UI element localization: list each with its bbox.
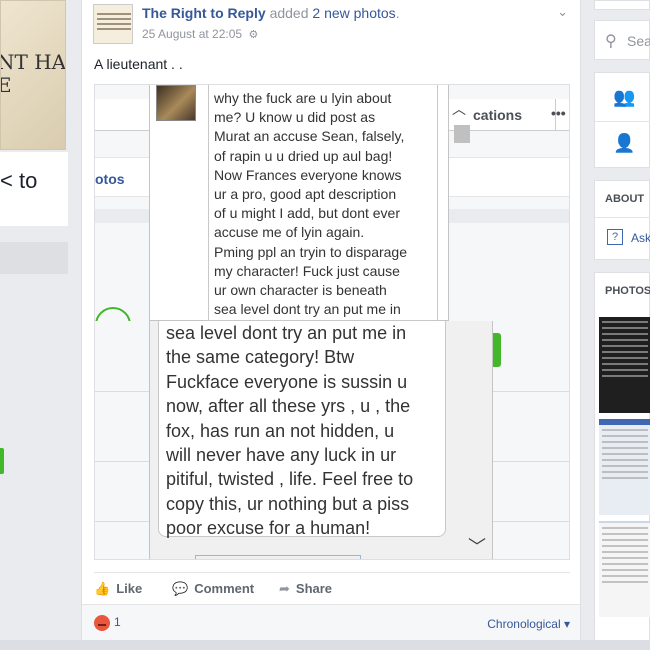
thumbs-up-icon: 👍 [94, 581, 111, 596]
photos-heading[interactable]: PHOTOS [605, 285, 650, 297]
left-green-indicator [0, 448, 4, 474]
left-partial-text: < to [0, 168, 38, 193]
profile-cover-photo[interactable]: NT HAS E [0, 0, 66, 150]
add-friend-icon[interactable]: 👤 [613, 133, 635, 154]
comment-order-dropdown[interactable]: Chronological ▾ [487, 617, 570, 631]
page-search-box[interactable]: ⚲ Sea [594, 20, 650, 60]
about-box: ABOUT ? Ask [594, 180, 650, 260]
angry-reaction-icon [94, 615, 110, 631]
page-name-link[interactable]: The Right to Reply [142, 5, 266, 21]
about-heading[interactable]: ABOUT [605, 193, 644, 205]
photo-2[interactable]: sea level dont try an put me in the same… [95, 321, 569, 559]
new-photos-link[interactable]: 2 new photos [312, 5, 395, 21]
scroll-down-chevron-icon: ﹀ [468, 537, 486, 557]
comment-button[interactable]: 💬 Comment [172, 581, 254, 597]
screenshot-chat-window: why the fuck are u lyin about me? U know… [149, 85, 470, 321]
screenshot-photos-label: otos [95, 171, 125, 187]
screenshot-more-icon: ••• [551, 105, 566, 121]
photo-1[interactable]: cations ••• otos why the fuck are u lyin… [95, 85, 569, 321]
post-action-bar: 👍 Like 💬 Comment ➦ Share [94, 572, 570, 602]
post-header: The Right to Reply added 2 new photos. [142, 5, 400, 21]
chat-message-text-1: why the fuck are u lyin about me? U know… [214, 90, 407, 318]
share-label: Share [295, 581, 333, 596]
avatar-graphic [97, 13, 131, 33]
cover-caption-line-2: E [1, 74, 65, 97]
screenshot-chat-window-zoomed: sea level dont try an put me in the same… [149, 321, 493, 559]
people-icon[interactable]: 👥 [613, 87, 635, 108]
photo-thumbnail[interactable] [599, 521, 650, 617]
reaction-count[interactable]: 1 [114, 615, 121, 629]
post-options-chevron-icon[interactable]: ⌄ [557, 4, 568, 20]
chat-scroll-thumb [454, 125, 470, 143]
comment-icon: 💬 [172, 581, 189, 596]
share-button[interactable]: ➦ Share [279, 581, 332, 597]
people-divider [595, 121, 650, 122]
share-arrow-icon: ➦ [279, 581, 290, 596]
cover-photo-caption: NT HAS E [0, 50, 66, 97]
page-bottom-bar [0, 640, 650, 650]
people-box: 👥 👤 [594, 72, 650, 168]
screenshot-message-input [195, 555, 361, 559]
audience-icon[interactable]: ⚙ [248, 28, 258, 41]
post-timestamp[interactable]: 25 August at 22:05 ⚙ [142, 27, 258, 41]
post-card: The Right to Reply added 2 new photos. 2… [81, 0, 581, 640]
photos-box: PHOTOS [594, 272, 650, 650]
post-action-text: added [269, 5, 309, 21]
cover-caption-line-1: NT HAS [0, 50, 66, 74]
screenshot-green-button [493, 333, 501, 367]
screenshot-green-circle-icon [95, 307, 131, 321]
screenshot-notifications-tab: cations [473, 107, 523, 123]
search-input[interactable]: Sea [627, 33, 650, 49]
photo-thumbnail[interactable] [599, 419, 650, 515]
chat-sender-avatar [156, 85, 196, 121]
sidebar-top-box [594, 0, 650, 10]
scroll-up-chevron-icon: ︿ [452, 101, 466, 117]
question-icon: ? [607, 229, 623, 245]
photo-thumbnail[interactable] [599, 317, 650, 413]
left-column: NT HAS E < to [0, 0, 80, 650]
about-divider [595, 217, 650, 218]
comment-label: Comment [194, 581, 255, 596]
right-sidebar: ⚲ Sea 👥 👤 ABOUT ? Ask PHOTOS [594, 0, 650, 650]
like-button[interactable]: 👍 Like [94, 581, 142, 597]
ask-link[interactable]: Ask [631, 231, 650, 245]
page-avatar[interactable] [93, 4, 133, 44]
reactions-footer: 1 Chronological ▾ [82, 604, 580, 640]
search-icon: ⚲ [605, 33, 617, 50]
post-text: A lieutenant . . [94, 56, 183, 72]
like-label: Like [116, 581, 143, 596]
chat-message-text-2: sea level dont try an put me in the same… [166, 323, 414, 539]
header-period: . [395, 5, 400, 21]
post-photos[interactable]: cations ••• otos why the fuck are u lyin… [94, 84, 570, 560]
reaction-summary[interactable]: 1 [94, 615, 121, 631]
left-nav-item[interactable] [0, 242, 68, 274]
timestamp-text[interactable]: 25 August at 22:05 [142, 27, 242, 41]
